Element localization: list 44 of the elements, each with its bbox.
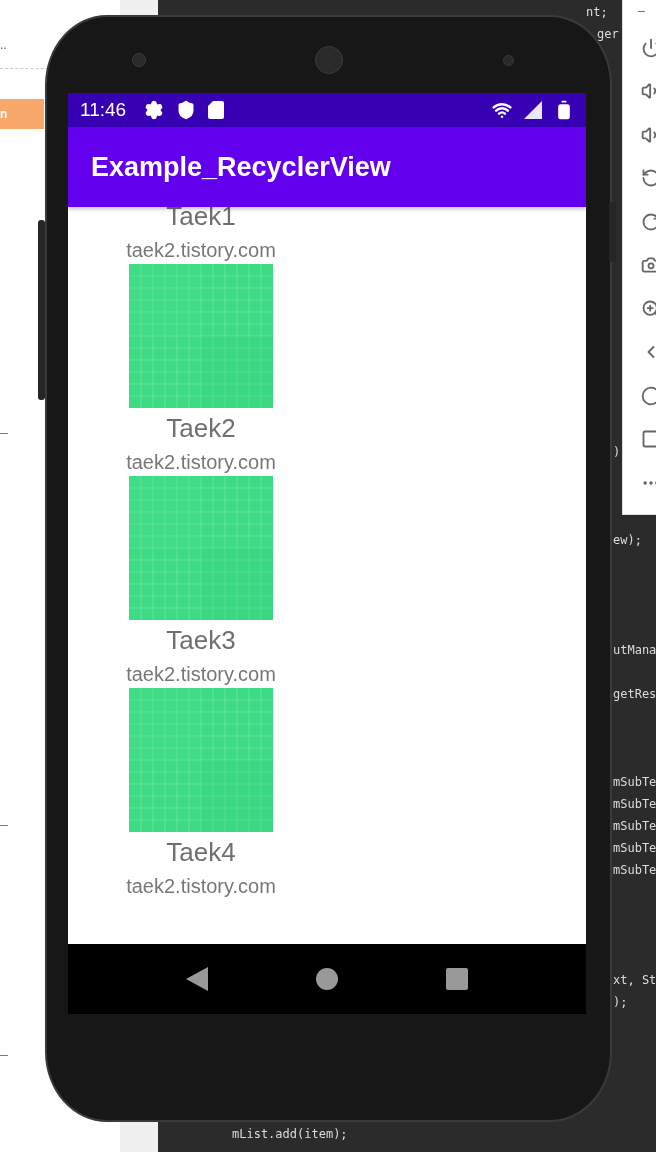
overview-icon[interactable] (641, 429, 656, 450)
zoom-icon[interactable] (641, 298, 656, 319)
camera-lens (132, 53, 146, 67)
back-icon[interactable] (186, 967, 208, 991)
item-subtitle: taek2.tistory.com (126, 873, 276, 899)
app-title: Example_RecyclerView (91, 151, 391, 183)
item-subtitle: taek2.tistory.com (126, 449, 276, 475)
volume-up-icon[interactable] (641, 81, 656, 102)
code-text: mSubTe (613, 797, 656, 811)
code-text: mSubTe (613, 775, 656, 789)
shield-icon (176, 100, 197, 120)
item-subtitle: taek2.tistory.com (126, 237, 276, 263)
rotate-right-icon[interactable] (641, 211, 656, 232)
camera-icon[interactable] (641, 255, 656, 276)
home-icon[interactable] (316, 968, 338, 990)
volume-down-icon[interactable] (641, 124, 656, 145)
rotate-left-icon[interactable] (641, 168, 656, 189)
signal-icon (524, 101, 542, 119)
sensor-dot (503, 54, 514, 66)
code-text: ew); (613, 533, 642, 547)
minimize-button[interactable]: − (637, 0, 646, 26)
code-text: utMana (613, 643, 656, 657)
code-text: ger (597, 27, 619, 41)
ellipsis-text: .. (0, 38, 8, 54)
home-icon[interactable] (641, 385, 656, 406)
item-title: Taek4 (166, 835, 236, 869)
item-title: Taek2 (166, 411, 236, 445)
code-text: getRes (613, 687, 656, 701)
code-text: ) (613, 445, 621, 459)
settings-icon (144, 100, 165, 120)
status-time: 11:46 (80, 99, 127, 121)
code-text: mSubTe (613, 819, 656, 833)
code-text: mSubTe (613, 841, 656, 855)
code-text: mSubTe (613, 863, 656, 877)
speaker-grille (315, 46, 343, 74)
power-icon[interactable] (641, 37, 656, 58)
code-text: xt, St (613, 973, 656, 987)
sd-card-icon (208, 101, 225, 119)
code-text: ); (613, 995, 628, 1009)
code-text: mList.add(item); (232, 1127, 348, 1141)
item-title: Taek3 (166, 623, 236, 657)
item-subtitle: taek2.tistory.com (126, 661, 276, 687)
code-text: nt; (586, 5, 608, 19)
wifi-icon (492, 100, 512, 120)
